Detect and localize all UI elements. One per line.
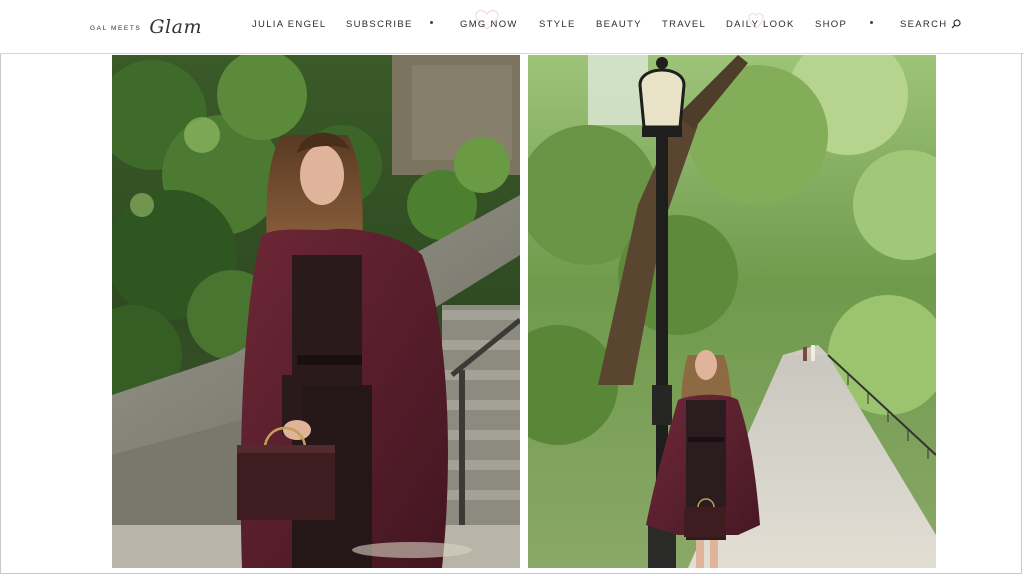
fashion-photo-left-image	[112, 55, 520, 568]
search-link[interactable]: SEARCH	[900, 19, 947, 30]
nav-item-julia-engel[interactable]: JULIA ENGEL	[252, 19, 327, 30]
nav-item-shop[interactable]: SHOP	[815, 19, 847, 30]
fashion-photo-right[interactable]	[528, 55, 936, 568]
logo-small-text: GAL MEETS	[90, 25, 142, 32]
site-logo[interactable]: GAL MEETS Glam	[90, 12, 202, 42]
nav-item-travel[interactable]: TRAVEL	[662, 19, 706, 30]
nav-item-gmg-now[interactable]: GMG NOW	[460, 19, 518, 30]
nav-separator-dot	[430, 21, 433, 24]
nav-item-daily-look[interactable]: DAILY LOOK	[726, 19, 795, 30]
nav-item-style[interactable]: STYLE	[539, 19, 576, 30]
logo-script-text: Glam	[149, 16, 202, 38]
fashion-photo-right-image	[528, 55, 936, 568]
nav-separator-dot	[870, 21, 873, 24]
nav-item-beauty[interactable]: BEAUTY	[596, 19, 642, 30]
fashion-photo-left[interactable]	[112, 55, 520, 568]
top-navigation: GAL MEETS Glam JULIA ENGEL SUBSCRIBE GMG…	[0, 0, 1024, 54]
nav-item-subscribe[interactable]: SUBSCRIBE	[346, 19, 413, 30]
search-icon[interactable]	[951, 19, 961, 29]
